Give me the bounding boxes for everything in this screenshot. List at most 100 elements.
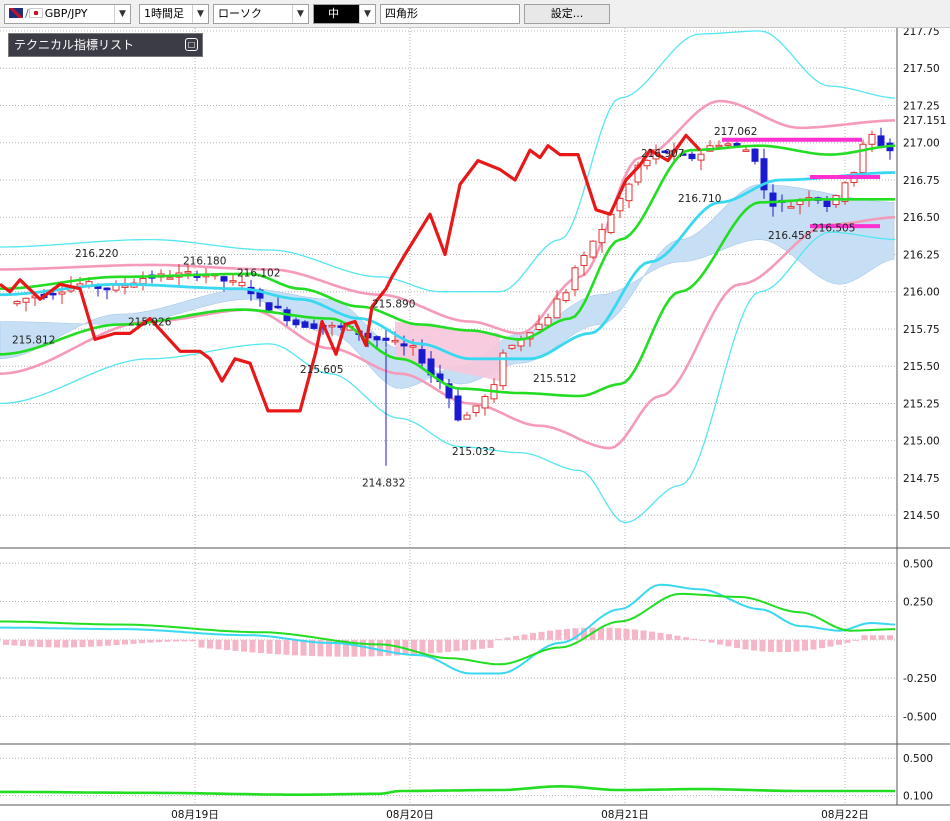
macd-histogram-bar — [615, 628, 621, 640]
chevron-down-icon[interactable]: ▼ — [359, 5, 375, 23]
timeframe-label: 1時間足 — [144, 7, 184, 20]
macd-histogram-bar — [258, 639, 264, 654]
macd-histogram-bar — [419, 639, 426, 654]
candle-bull — [22, 297, 30, 303]
macd-histogram-bar — [275, 639, 281, 655]
candle-bull — [229, 280, 237, 283]
macd-histogram-bar — [190, 639, 196, 642]
macd-histogram-bar — [547, 630, 553, 640]
macd-histogram-bar — [657, 632, 664, 640]
macd-histogram-bar — [793, 639, 800, 652]
price-axis-label: 214.50 — [903, 510, 940, 522]
indicator-list-toggle[interactable]: テクニカル指標リスト □ — [8, 33, 203, 57]
timeframe-select[interactable]: 1時間足 ▼ — [139, 4, 209, 24]
price-axis-label: 216.50 — [903, 212, 940, 224]
price-axis-label: 217.75 — [903, 28, 940, 38]
chevron-down-icon[interactable]: ▼ — [192, 5, 208, 23]
macd-axis-label: 0.500 — [903, 558, 933, 570]
candle-bull — [742, 149, 750, 152]
macd-axis-label: -0.500 — [903, 711, 937, 723]
candle-bear — [823, 200, 831, 207]
candle-bear — [373, 336, 381, 341]
macd-histogram-bar — [691, 638, 698, 640]
macd-histogram-bar — [3, 639, 9, 645]
macd-histogram-bar — [708, 639, 715, 643]
macd-histogram-bar — [844, 639, 851, 643]
macd-histogram-bar — [768, 639, 774, 652]
settings-button[interactable]: 設定... — [524, 4, 610, 24]
candle-bear — [310, 323, 318, 329]
shape-select[interactable]: 四角形 — [380, 4, 520, 24]
price-annotation: 216.907 — [641, 148, 684, 160]
price-annotation: 216.102 — [237, 267, 280, 279]
lower-axis-label: 0.100 — [903, 791, 933, 803]
price-annotation: 216.458 — [768, 230, 811, 242]
candle-bull — [328, 324, 336, 328]
candle-bull — [508, 344, 516, 349]
macd-histogram-bar — [487, 639, 494, 648]
macd-histogram-bar — [878, 635, 885, 640]
candle-bull — [112, 284, 120, 291]
macd-histogram-bar — [870, 635, 876, 640]
candle-bull — [562, 292, 570, 301]
price-axis-label: 215.25 — [903, 398, 940, 410]
price-annotation: 215.032 — [452, 446, 495, 458]
macd-histogram-bar — [479, 639, 485, 649]
macd-histogram-bar — [164, 639, 171, 642]
macd-histogram-bar — [436, 639, 443, 653]
line-width-select[interactable]: 中 ▼ — [313, 4, 376, 24]
macd-histogram-bar — [513, 635, 519, 640]
chart-type-select[interactable]: ローソク ▼ — [213, 4, 309, 24]
macd-histogram-bar — [802, 639, 808, 651]
candle-bear — [274, 305, 282, 309]
macd-histogram-bar — [20, 639, 26, 647]
candle-bull — [787, 206, 795, 209]
candle-bull — [589, 240, 597, 258]
price-annotation: 216.710 — [678, 193, 721, 205]
candle-bull — [517, 339, 525, 347]
macd-histogram-bar — [810, 639, 817, 650]
candle-bull — [391, 339, 399, 343]
candle-bull — [184, 271, 192, 274]
minimize-icon[interactable]: □ — [185, 38, 198, 51]
price-annotation: 215.890 — [372, 299, 415, 311]
price-axis-label: 215.50 — [903, 361, 940, 373]
chevron-down-icon[interactable]: ▼ — [292, 5, 308, 23]
candle-bear — [400, 343, 408, 347]
macd-histogram-bar — [861, 635, 868, 640]
macd-histogram-bar — [139, 639, 145, 644]
candle-bear — [454, 395, 462, 421]
macd-histogram-bar — [462, 639, 468, 651]
macd-histogram-bar — [283, 639, 290, 655]
chart-area: 216.220 216.180 216.102 215.812 215.926 215.8… — [0, 28, 950, 821]
macd-histogram-bar — [853, 639, 859, 641]
price-annotation: 215.512 — [533, 373, 576, 385]
candle-bear — [418, 349, 426, 364]
macd-histogram-bar — [700, 639, 706, 641]
price-annotation: 215.812 — [12, 334, 55, 346]
candle-bear — [382, 337, 390, 341]
macd-histogram-bar — [122, 639, 128, 645]
macd-histogram-bar — [640, 630, 647, 640]
macd-histogram-bar — [530, 633, 536, 640]
chevron-down-icon[interactable]: ▼ — [114, 5, 130, 23]
price-annotation: 216.505 — [812, 223, 855, 235]
price-annotation: 216.180 — [183, 255, 226, 267]
symbol-select[interactable]: / GBP/JPY ▼ — [4, 4, 131, 24]
candle-bull — [553, 298, 561, 319]
candle-bull — [166, 277, 174, 280]
macd-histogram-bar — [521, 634, 528, 640]
macd-histogram-bar — [173, 639, 179, 642]
macd-histogram-bar — [504, 637, 511, 640]
macd-histogram-bar — [292, 639, 298, 656]
date-axis-label: 08月20日 — [386, 809, 434, 821]
macd-histogram-bar — [632, 629, 638, 640]
price-annotation: 215.926 — [128, 317, 172, 329]
line-width-label: 中 — [328, 7, 339, 20]
candle-bull — [571, 267, 579, 291]
macd-histogram-bar — [156, 639, 162, 643]
macd-line — [0, 583, 896, 675]
macd-histogram-bar — [674, 635, 681, 640]
macd-histogram-bar — [453, 639, 460, 652]
candle-bull — [643, 159, 651, 167]
